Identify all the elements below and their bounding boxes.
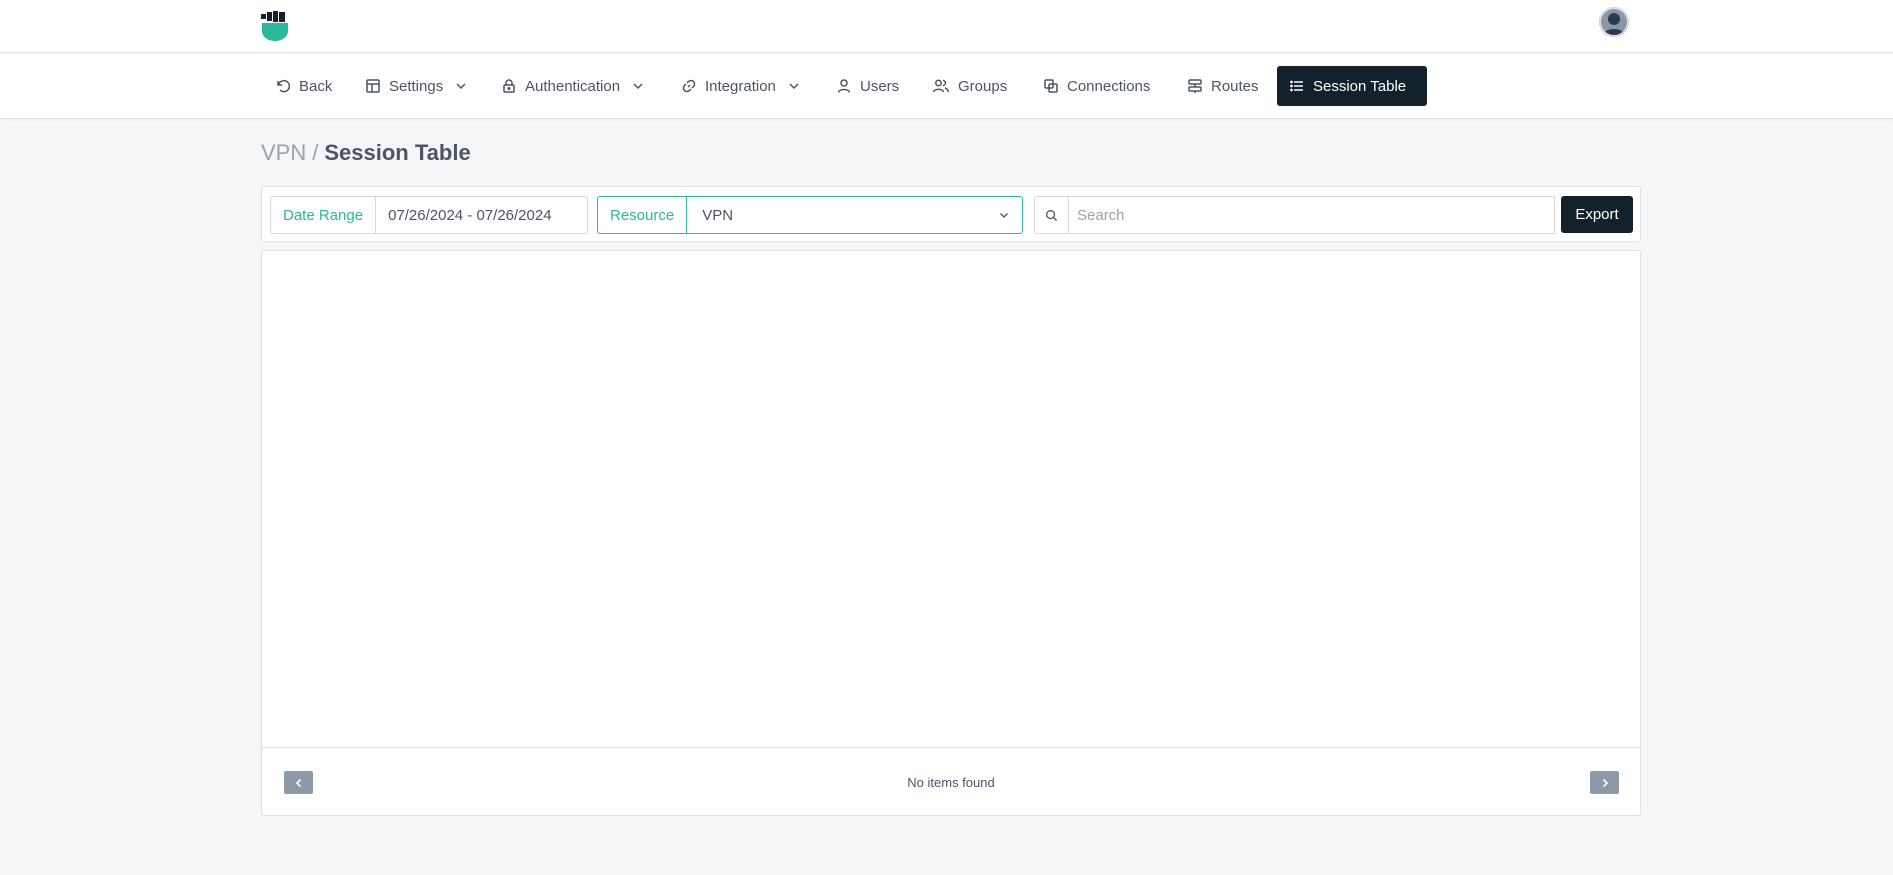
page-title: Session Table	[324, 140, 471, 165]
table-pagination: No items found	[262, 747, 1640, 816]
breadcrumb-separator: /	[312, 140, 319, 165]
nav-groups-label: Groups	[958, 77, 1008, 95]
table-body	[262, 251, 1640, 747]
main-nav: Back Settings Authentication Integration…	[0, 54, 1893, 119]
resource-select[interactable]: Resource VPN	[597, 196, 1024, 234]
nav-routes[interactable]: Routes	[1175, 66, 1271, 106]
nav-session-table-label: Session Table	[1313, 77, 1407, 95]
logo-icon[interactable]	[261, 11, 289, 41]
nav-back[interactable]: Back	[263, 66, 344, 106]
nav-users-label: Users	[860, 77, 900, 95]
export-button[interactable]: Export	[1561, 196, 1633, 233]
date-range-input[interactable]: 07/26/2024 - 07/26/2024	[376, 196, 589, 234]
user-avatar-icon[interactable]	[1599, 7, 1629, 37]
nav-session-table[interactable]: Session Table	[1277, 66, 1427, 106]
resource-dropdown[interactable]: VPN	[687, 196, 1024, 234]
resource-selected-value: VPN	[702, 206, 734, 224]
breadcrumb-parent[interactable]: VPN	[261, 140, 306, 166]
routes-icon	[1188, 79, 1202, 93]
nav-settings-label: Settings	[389, 77, 444, 95]
date-range-label: Date Range	[270, 196, 377, 234]
nav-authentication[interactable]: Authentication	[489, 66, 656, 106]
nav-back-label: Back	[299, 77, 333, 95]
nav-routes-label: Routes	[1211, 77, 1259, 95]
users-group-icon	[932, 79, 950, 93]
chevron-down-icon	[789, 83, 799, 90]
top-bar	[0, 0, 1893, 53]
search-input[interactable]	[1069, 196, 1555, 234]
nav-connections-label: Connections	[1067, 77, 1151, 95]
nav-connections[interactable]: Connections	[1031, 66, 1162, 106]
empty-state-message: No items found	[907, 775, 995, 790]
lock-icon	[503, 79, 515, 93]
chevron-down-icon	[633, 83, 643, 90]
search-group	[1034, 196, 1555, 234]
search-icon	[1046, 209, 1058, 221]
resource-label: Resource	[597, 196, 688, 234]
nav-integration-label: Integration	[705, 77, 776, 95]
connections-icon	[1044, 79, 1058, 93]
list-icon	[1290, 80, 1303, 92]
user-icon	[837, 79, 851, 93]
link-icon	[682, 79, 696, 93]
undo-icon	[277, 79, 291, 93]
layout-icon	[366, 79, 380, 93]
date-range-picker[interactable]: Date Range 07/26/2024 - 07/26/2024	[270, 196, 589, 234]
next-page-button[interactable]	[1590, 771, 1619, 794]
search-addon	[1034, 196, 1069, 234]
session-table: No items found	[261, 250, 1641, 816]
nav-groups[interactable]: Groups	[920, 66, 1019, 106]
filter-bar: Date Range 07/26/2024 - 07/26/2024 Resou…	[261, 186, 1641, 242]
chevron-down-icon	[1000, 213, 1009, 218]
nav-integration[interactable]: Integration	[669, 66, 812, 106]
breadcrumb: VPN / Session Table	[261, 140, 471, 166]
nav-settings[interactable]: Settings	[353, 66, 479, 106]
nav-users[interactable]: Users	[824, 66, 911, 106]
chevron-down-icon	[456, 83, 466, 90]
chevron-right-icon	[1602, 778, 1608, 787]
nav-authentication-label: Authentication	[525, 77, 621, 95]
